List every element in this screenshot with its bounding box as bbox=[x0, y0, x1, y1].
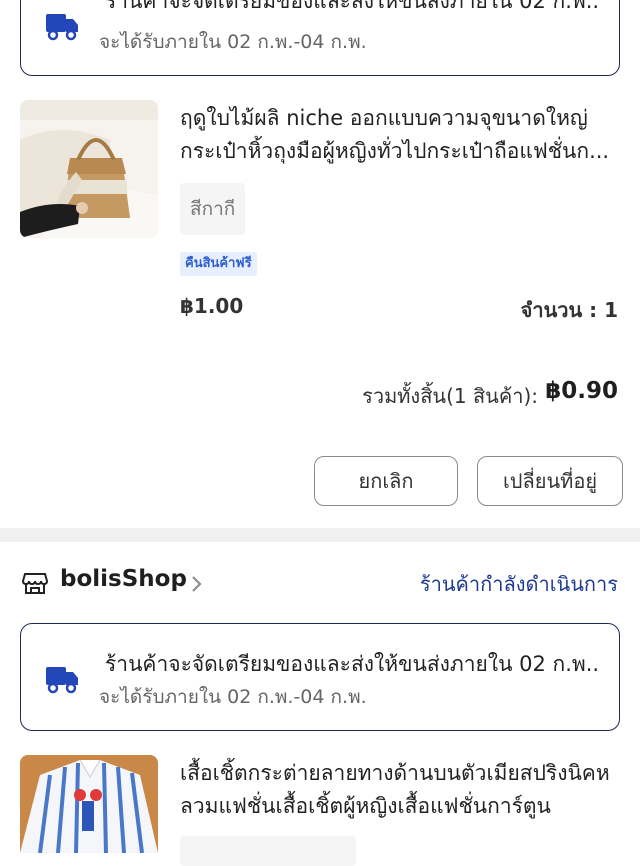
shipping-eta-text: จะได้รับภายใน 02 ก.พ.-04 ก.พ. bbox=[99, 31, 367, 53]
product-title[interactable]: เสื้อเชิ้ตกระต่ายลายทางด้านบนตัวเมียสปริ… bbox=[180, 757, 620, 823]
shipping-prepare-text: ร้านค้าจะจัดเตรียมของและส่งให้ขนส่งภายใน… bbox=[105, 0, 600, 13]
product-variant bbox=[180, 836, 356, 866]
order-total-label: รวมทั้งสิ้น(1 สินค้า): bbox=[362, 384, 538, 408]
section-divider bbox=[0, 528, 640, 542]
truck-icon bbox=[46, 667, 78, 694]
shirt-photo-illustration bbox=[20, 755, 158, 853]
bag-photo-illustration bbox=[20, 100, 158, 238]
free-return-badge: คืนสินค้าฟรี bbox=[180, 252, 257, 276]
shop-name[interactable]: bolisShop bbox=[60, 566, 187, 592]
product-title[interactable]: ฤดูใบไม้ผลิ niche ออกแบบความจุขนาดใหญ่กร… bbox=[180, 102, 620, 168]
product-variant: สีกากี bbox=[180, 183, 246, 235]
product-price: ฿1.00 bbox=[180, 294, 244, 318]
order-status: ร้านค้ากำลังดำเนินการ bbox=[419, 572, 618, 596]
shipping-eta-text: จะได้รับภายใน 02 ก.พ.-04 ก.พ. bbox=[99, 686, 367, 708]
product-image-shirt[interactable] bbox=[20, 755, 158, 853]
chevron-right-icon[interactable] bbox=[190, 574, 204, 594]
order-total-value: ฿0.90 bbox=[545, 378, 618, 404]
shipping-info-box[interactable]: ร้านค้าจะจัดเตรียมของและส่งให้ขนส่งภายใน… bbox=[20, 0, 620, 76]
shipping-prepare-text: ร้านค้าจะจัดเตรียมของและส่งให้ขนส่งภายใน… bbox=[105, 652, 600, 676]
shipping-info-box[interactable]: ร้านค้าจะจัดเตรียมของและส่งให้ขนส่งภายใน… bbox=[20, 623, 620, 731]
store-icon bbox=[22, 573, 48, 594]
cancel-order-button[interactable]: ยกเลิก bbox=[314, 456, 458, 506]
product-image-bag[interactable] bbox=[20, 100, 158, 238]
change-address-button[interactable]: เปลี่ยนที่อยู่ bbox=[477, 456, 623, 506]
product-quantity: จำนวน : 1 bbox=[520, 298, 618, 322]
truck-icon bbox=[46, 14, 78, 41]
